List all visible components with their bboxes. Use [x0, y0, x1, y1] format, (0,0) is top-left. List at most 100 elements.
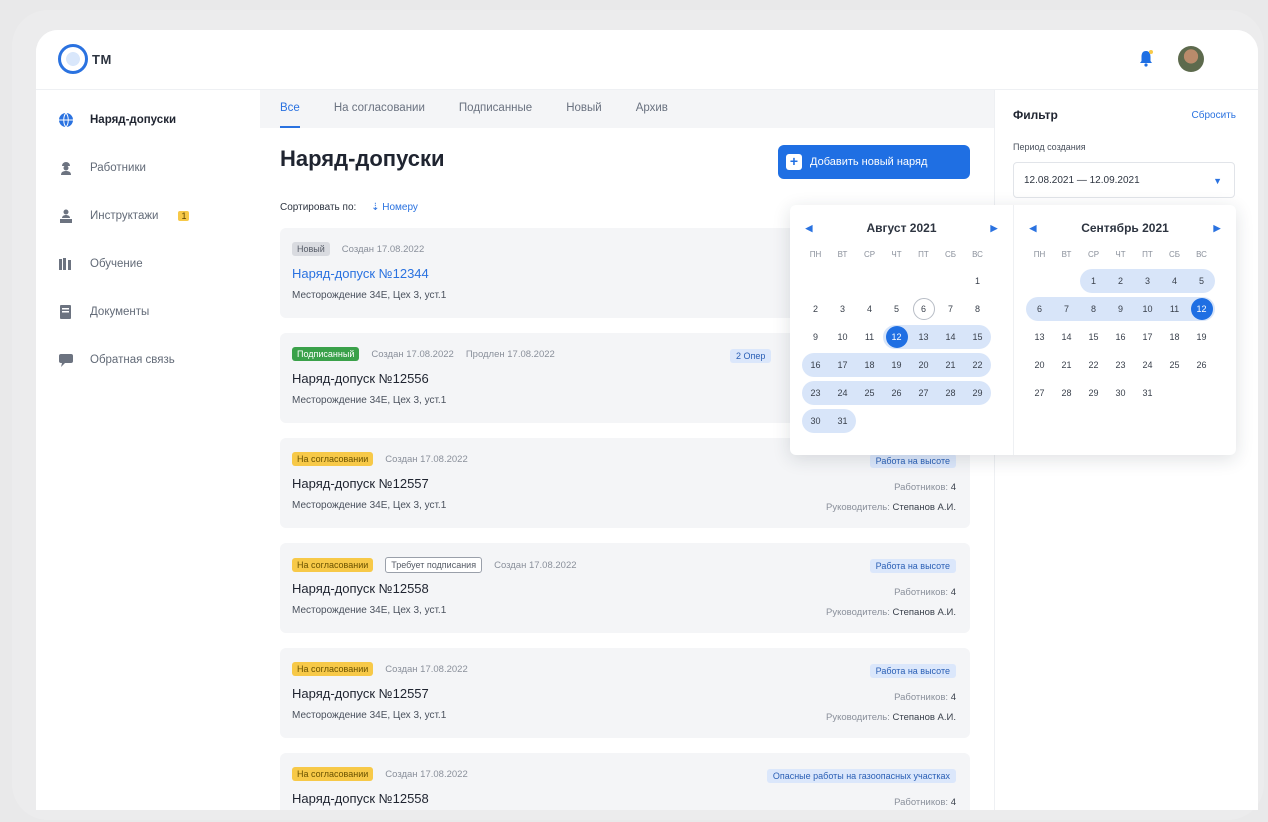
- calendar-day[interactable]: 28: [1053, 381, 1080, 405]
- bell-icon[interactable]: [1138, 49, 1154, 67]
- tab-1[interactable]: На согласовании: [334, 90, 425, 128]
- order-title[interactable]: Наряд-допуск №12557: [292, 476, 429, 491]
- calendar-day[interactable]: 5: [1188, 269, 1215, 293]
- sort-value[interactable]: ⇣ Номеру: [371, 202, 418, 213]
- order-title[interactable]: Наряд-допуск №12344: [292, 266, 429, 281]
- workers-value: 4: [950, 797, 956, 808]
- workers-label: Работников:: [894, 692, 949, 703]
- calendar-day[interactable]: 7: [937, 297, 964, 321]
- order-title[interactable]: Наряд-допуск №12558: [292, 581, 429, 596]
- calendar-day[interactable]: 28: [937, 381, 964, 405]
- calendar-day[interactable]: 21: [937, 353, 964, 377]
- calendar-day[interactable]: 13: [910, 325, 937, 349]
- calendar-day[interactable]: 22: [1080, 353, 1107, 377]
- sort-control[interactable]: Сортировать по: ⇣ Номеру: [280, 202, 418, 213]
- calendar-day[interactable]: 3: [829, 297, 856, 321]
- logo-mark-icon: [58, 44, 88, 74]
- order-card[interactable]: На согласовании Создан 17.08.2022 Наряд-до…: [280, 753, 970, 810]
- calendar-day[interactable]: 4: [856, 297, 883, 321]
- calendar-day[interactable]: 31: [1134, 381, 1161, 405]
- tab-0[interactable]: Все: [280, 90, 300, 128]
- calendar-day[interactable]: 18: [856, 353, 883, 377]
- calendar-day[interactable]: 9: [802, 325, 829, 349]
- calendar-day[interactable]: 12: [883, 325, 910, 349]
- calendar-day[interactable]: 30: [802, 409, 829, 433]
- calendar-day[interactable]: 8: [1080, 297, 1107, 321]
- calendar-day[interactable]: 2: [802, 297, 829, 321]
- calendar-day[interactable]: 24: [1134, 353, 1161, 377]
- chevron-right-icon[interactable]: ▶: [1210, 223, 1224, 234]
- calendar-day[interactable]: 26: [883, 381, 910, 405]
- calendar-day[interactable]: 20: [910, 353, 937, 377]
- order-card[interactable]: На согласовании Создан 17.08.2022 Наряд-до…: [280, 648, 970, 738]
- calendar-day[interactable]: 10: [829, 325, 856, 349]
- calendar-day[interactable]: 31: [829, 409, 856, 433]
- calendar-day[interactable]: 14: [1053, 325, 1080, 349]
- calendar-day[interactable]: 17: [829, 353, 856, 377]
- globe-icon: [58, 112, 74, 128]
- add-new-order-button[interactable]: + Добавить новый наряд: [778, 145, 970, 179]
- calendar-day[interactable]: 23: [1107, 353, 1134, 377]
- calendar-day[interactable]: 7: [1053, 297, 1080, 321]
- calendar-day[interactable]: 10: [1134, 297, 1161, 321]
- calendar-day[interactable]: 1: [1080, 269, 1107, 293]
- calendar-day[interactable]: 13: [1026, 325, 1053, 349]
- calendar-day[interactable]: 8: [964, 297, 991, 321]
- calendar-day[interactable]: 16: [802, 353, 829, 377]
- calendar-day[interactable]: 5: [883, 297, 910, 321]
- calendar-day[interactable]: 27: [1026, 381, 1053, 405]
- calendar-day[interactable]: 15: [1080, 325, 1107, 349]
- order-title[interactable]: Наряд-допуск №12557: [292, 686, 429, 701]
- calendar-day[interactable]: 19: [883, 353, 910, 377]
- chevron-left-icon[interactable]: ◀: [802, 223, 816, 234]
- calendar-day[interactable]: 12: [1188, 297, 1215, 321]
- calendar-day[interactable]: 25: [1161, 353, 1188, 377]
- calendar-day[interactable]: 29: [964, 381, 991, 405]
- feedback-icon: [58, 352, 74, 368]
- sidebar-item-3[interactable]: Обучение: [36, 240, 260, 288]
- calendar-day[interactable]: 15: [964, 325, 991, 349]
- calendar-day[interactable]: 11: [856, 325, 883, 349]
- calendar-day[interactable]: 24: [829, 381, 856, 405]
- calendar-day[interactable]: 25: [856, 381, 883, 405]
- calendar-day[interactable]: 14: [937, 325, 964, 349]
- sidebar-item-0[interactable]: Наряд-допуски: [36, 96, 260, 144]
- calendar-day[interactable]: 30: [1107, 381, 1134, 405]
- calendar-day[interactable]: 27: [910, 381, 937, 405]
- period-input[interactable]: 12.08.2021 — 12.09.2021 ▼: [1013, 162, 1235, 198]
- order-title[interactable]: Наряд-допуск №12556: [292, 371, 429, 386]
- tab-2[interactable]: Подписанные: [459, 90, 532, 128]
- user-avatar[interactable]: [1178, 46, 1204, 72]
- calendar-day[interactable]: 6: [1026, 297, 1053, 321]
- sidebar-item-5[interactable]: Обратная связь: [36, 336, 260, 384]
- chevron-right-icon[interactable]: ▶: [987, 223, 1001, 234]
- sidebar-item-4[interactable]: Документы: [36, 288, 260, 336]
- calendar-day[interactable]: 18: [1161, 325, 1188, 349]
- calendar-day[interactable]: 16: [1107, 325, 1134, 349]
- order-title[interactable]: Наряд-допуск №12558: [292, 791, 429, 806]
- filter-reset-link[interactable]: Сбросить: [1192, 110, 1236, 121]
- work-type-tag: Опасные работы на газоопасных участках: [766, 769, 956, 783]
- calendar-day[interactable]: 21: [1053, 353, 1080, 377]
- calendar-day[interactable]: 2: [1107, 269, 1134, 293]
- sidebar-item-1[interactable]: Работники: [36, 144, 260, 192]
- tab-3[interactable]: Новый: [566, 90, 602, 128]
- calendar-day[interactable]: 1: [964, 269, 991, 293]
- chevron-left-icon[interactable]: ◀: [1026, 223, 1040, 234]
- calendar-day[interactable]: 29: [1080, 381, 1107, 405]
- calendar-day[interactable]: 9: [1107, 297, 1134, 321]
- tab-4[interactable]: Архив: [636, 90, 668, 128]
- calendar-day[interactable]: 23: [802, 381, 829, 405]
- calendar-day[interactable]: 11: [1161, 297, 1188, 321]
- calendar-day[interactable]: 4: [1161, 269, 1188, 293]
- calendar-day[interactable]: 19: [1188, 325, 1215, 349]
- calendar-day[interactable]: 6: [910, 297, 937, 321]
- calendar-day[interactable]: 20: [1026, 353, 1053, 377]
- calendar-day[interactable]: 26: [1188, 353, 1215, 377]
- calendar-day[interactable]: 3: [1134, 269, 1161, 293]
- logo[interactable]: ТМ: [58, 44, 112, 74]
- sidebar-item-2[interactable]: Инструктажи 1: [36, 192, 260, 240]
- calendar-day[interactable]: 22: [964, 353, 991, 377]
- calendar-day[interactable]: 17: [1134, 325, 1161, 349]
- order-card[interactable]: На согласовании Требует подписания Создан …: [280, 543, 970, 633]
